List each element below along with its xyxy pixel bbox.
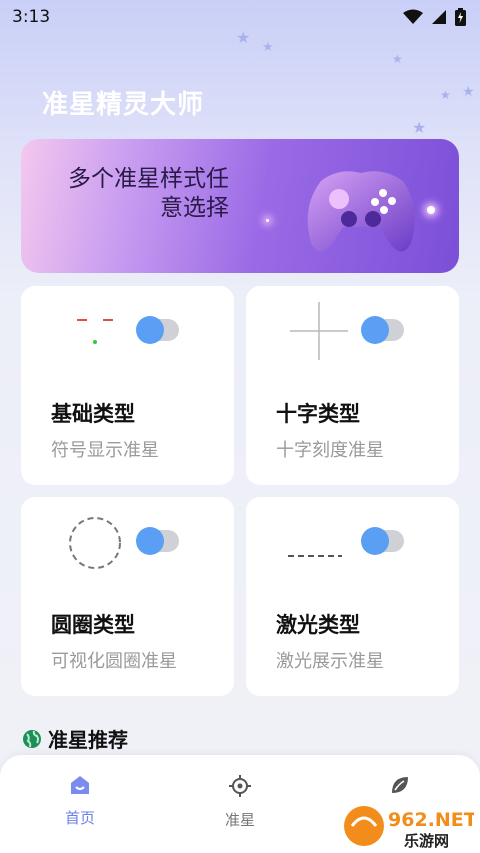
cross-crosshair-preview (290, 302, 348, 360)
card-basic-type[interactable]: 基础类型 符号显示准星 (21, 286, 234, 485)
card-title: 基础类型 (51, 402, 135, 426)
cross-type-toggle[interactable] (361, 316, 404, 344)
watermark-text: 乐游网 (404, 832, 449, 850)
sparkle-icon (266, 219, 269, 222)
status-time: 3:13 (12, 7, 51, 27)
star-icon: ★ (392, 52, 403, 66)
wifi-icon (403, 9, 423, 24)
star-icon: ★ (412, 118, 427, 137)
toggle-knob (136, 527, 164, 555)
toggle-knob (361, 527, 389, 555)
sparkle-icon (427, 206, 435, 214)
card-title: 十字类型 (276, 402, 360, 426)
tab-label: 首页 (64, 809, 95, 827)
card-circle-type[interactable]: 圆圈类型 可视化圆圈准星 (21, 497, 234, 696)
star-icon: ★ (236, 28, 251, 47)
status-icons (403, 8, 466, 26)
gamepad-icon (307, 171, 415, 252)
banner-line-2: 意选择 (160, 195, 229, 221)
leaf-icon (392, 777, 408, 793)
laser-type-toggle[interactable] (361, 527, 404, 555)
card-cross-type[interactable]: 十字类型 十字刻度准星 (246, 286, 459, 485)
toggle-knob (136, 316, 164, 344)
tab-label: 准星 (224, 811, 255, 829)
globe-icon (23, 729, 41, 748)
signal-icon (432, 10, 446, 24)
toggle-knob (361, 316, 389, 344)
banner-line-1: 多个准星样式任 (68, 166, 229, 192)
tab-home[interactable]: 首页 (40, 775, 120, 828)
card-title: 圆圈类型 (51, 613, 135, 637)
tab-crosshair[interactable]: 准星 (200, 775, 280, 830)
star-icon: ★ (262, 40, 274, 55)
card-subtitle: 激光展示准星 (276, 651, 384, 672)
basic-type-toggle[interactable] (136, 316, 179, 344)
recommend-section-header: 准星推荐 (22, 724, 128, 753)
card-laser-type[interactable]: 激光类型 激光展示准星 (246, 497, 459, 696)
watermark-brand: 962.NET (388, 809, 474, 831)
app-title: 准星精灵大师 (42, 90, 205, 120)
card-subtitle: 十字刻度准星 (276, 440, 384, 461)
crosshair-icon (229, 775, 251, 797)
circle-type-toggle[interactable] (136, 527, 179, 555)
battery-icon (455, 8, 466, 26)
star-icon: ★ (462, 84, 475, 100)
laser-crosshair-preview (288, 555, 342, 557)
watermark-logo: 962.NET 乐游网 (344, 806, 474, 850)
card-title: 激光类型 (276, 613, 360, 637)
section-title: 准星推荐 (48, 728, 128, 752)
home-icon (71, 776, 89, 794)
banner-text: 多个准星样式任 意选择 (29, 165, 229, 223)
card-subtitle: 符号显示准星 (51, 440, 159, 461)
star-icon: ★ (440, 88, 451, 102)
circle-crosshair-preview (69, 517, 121, 569)
promo-banner[interactable]: 多个准星样式任 意选择 (21, 139, 459, 273)
basic-crosshair-preview (77, 319, 113, 344)
card-subtitle: 可视化圆圈准星 (51, 651, 177, 672)
